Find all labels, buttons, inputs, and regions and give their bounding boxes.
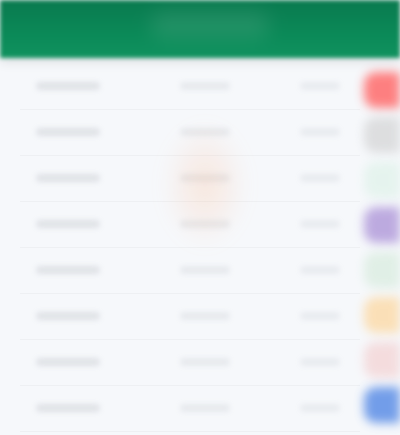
list-item[interactable] bbox=[0, 338, 360, 386]
list-item-meta bbox=[300, 266, 340, 274]
list-item-meta bbox=[300, 312, 340, 320]
side-tab[interactable] bbox=[364, 72, 400, 108]
app-bar bbox=[0, 0, 400, 58]
center-highlight bbox=[160, 120, 250, 250]
list-item[interactable] bbox=[0, 292, 360, 340]
row-divider bbox=[20, 431, 360, 432]
list-item-meta bbox=[300, 220, 340, 228]
list-item[interactable] bbox=[0, 62, 360, 110]
list-item-title bbox=[36, 220, 100, 228]
app-bar-title-area bbox=[150, 12, 270, 38]
side-tab[interactable] bbox=[364, 342, 400, 378]
list-item-detail bbox=[180, 266, 230, 274]
list-item-detail bbox=[180, 358, 230, 366]
list-item-title bbox=[36, 82, 100, 90]
list-item-title bbox=[36, 128, 100, 136]
side-tab[interactable] bbox=[364, 252, 400, 288]
list-item-title bbox=[36, 358, 100, 366]
list-item-title bbox=[36, 266, 100, 274]
list-item-meta bbox=[300, 358, 340, 366]
side-tab[interactable] bbox=[364, 207, 400, 243]
side-tab[interactable] bbox=[364, 117, 400, 153]
side-tab[interactable] bbox=[364, 387, 400, 423]
list-item-title bbox=[36, 404, 100, 412]
list-item-detail bbox=[180, 404, 230, 412]
list-item-title bbox=[36, 174, 100, 182]
list-item-detail bbox=[180, 82, 230, 90]
side-tab[interactable] bbox=[364, 297, 400, 333]
list-item-detail bbox=[180, 312, 230, 320]
list-item-title bbox=[36, 312, 100, 320]
list-item-meta bbox=[300, 404, 340, 412]
list-item[interactable] bbox=[0, 384, 360, 432]
list-item-meta bbox=[300, 174, 340, 182]
list-item-meta bbox=[300, 82, 340, 90]
list-item-meta bbox=[300, 128, 340, 136]
list-item[interactable] bbox=[0, 246, 360, 294]
side-tabs bbox=[360, 62, 400, 435]
side-tab[interactable] bbox=[364, 162, 400, 198]
